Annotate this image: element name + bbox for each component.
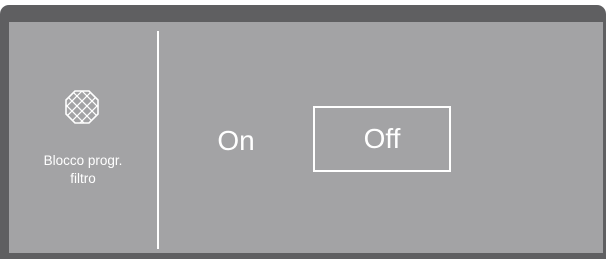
display-screen: Blocco progr. filtro On Off bbox=[9, 22, 603, 253]
filter-icon bbox=[65, 90, 99, 124]
device-bezel: Blocco progr. filtro On Off bbox=[0, 5, 606, 259]
setting-label-line1: Blocco progr. bbox=[43, 153, 123, 168]
setting-label: Blocco progr. filtro bbox=[13, 152, 153, 188]
vertical-divider bbox=[157, 31, 159, 249]
setting-label-line2: filtro bbox=[70, 171, 96, 186]
off-option-button-selected[interactable]: Off bbox=[313, 106, 451, 172]
on-option-button[interactable]: On bbox=[203, 122, 269, 160]
setting-info-panel: Blocco progr. filtro bbox=[9, 22, 157, 253]
